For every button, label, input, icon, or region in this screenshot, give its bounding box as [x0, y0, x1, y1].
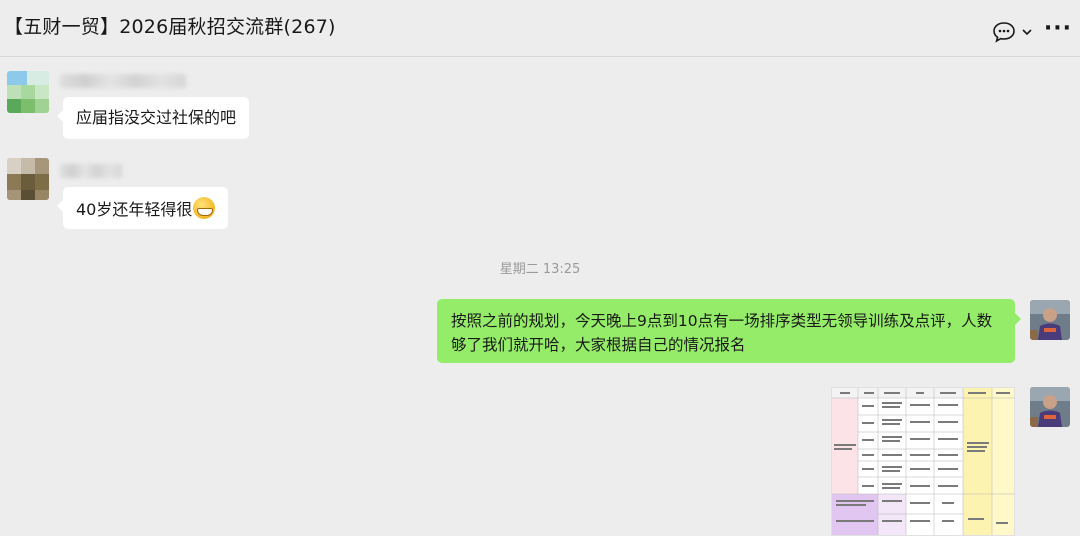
- my-avatar[interactable]: [1030, 300, 1070, 340]
- my-avatar[interactable]: [1030, 387, 1070, 427]
- sender-name-blurred: [60, 164, 122, 178]
- avatar-image: [1030, 387, 1070, 427]
- timestamp: 星期二 13:25: [499, 262, 581, 277]
- avatar[interactable]: [7, 71, 49, 113]
- message-text: 应届指没交过社保的吧: [76, 108, 237, 127]
- chat-header: 【五财一贸】2026届秋招交流群(267) ···: [0, 0, 1080, 57]
- more-icon: ···: [1043, 15, 1072, 41]
- message-text: 按照之前的规划，今天晚上9点到10点有一场排序类型无领导训练及点评，人数够了我们…: [451, 312, 993, 354]
- image-message-table-thumbnail[interactable]: [831, 387, 1015, 536]
- avatar-image: [1030, 300, 1070, 340]
- table-screenshot-image: [832, 388, 1014, 535]
- avatar-image: [7, 71, 49, 113]
- chat-title[interactable]: 【五财一贸】2026届秋招交流群(267): [4, 12, 336, 39]
- message-bubble-outgoing[interactable]: 按照之前的规划，今天晚上9点到10点有一场排序类型无领导训练及点评，人数够了我们…: [437, 299, 1021, 363]
- chat-bubble-icon: [993, 22, 1015, 43]
- message-text: 40岁还年轻得很: [76, 200, 193, 219]
- avatar[interactable]: [7, 158, 49, 200]
- grinning-face-emoji-icon: [193, 197, 216, 219]
- header-actions: ···: [992, 16, 1072, 46]
- chevron-down-icon: [1022, 29, 1032, 36]
- more-button[interactable]: ···: [1044, 14, 1072, 42]
- message-bubble[interactable]: 应届指没交过社保的吧: [56, 97, 250, 139]
- avatar-image: [7, 158, 49, 200]
- chat-bubble-button[interactable]: [992, 18, 1034, 46]
- message-bubble[interactable]: 40岁还年轻得很: [56, 187, 229, 229]
- sender-name-blurred: [60, 74, 186, 88]
